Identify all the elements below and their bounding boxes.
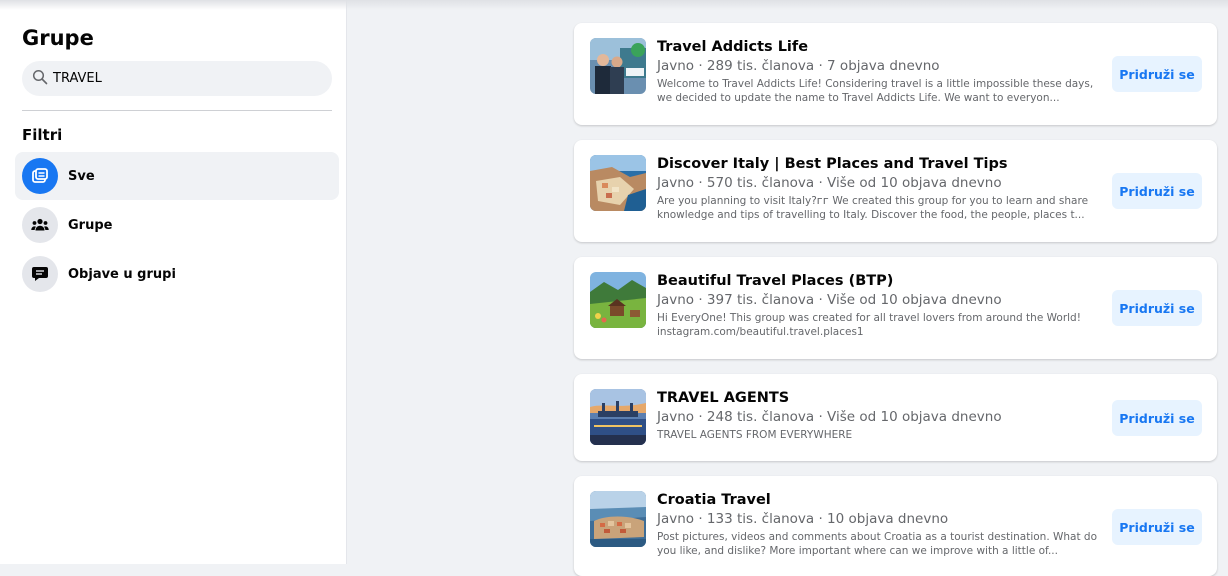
group-meta: Javno · 289 tis. članova · 7 objava dnev…: [657, 58, 940, 74]
search-icon: [32, 69, 48, 89]
group-result-card[interactable]: Croatia Travel Javno · 133 tis. članova …: [574, 476, 1217, 576]
filter-label: Sve: [68, 168, 95, 184]
group-info: Discover Italy | Best Places and Travel …: [657, 155, 1102, 222]
join-group-button[interactable]: Pridruži se: [1112, 509, 1202, 545]
search-input[interactable]: TRAVEL: [22, 61, 332, 96]
group-title[interactable]: Beautiful Travel Places (BTP): [657, 272, 1102, 291]
filter-item-all[interactable]: Sve: [15, 152, 339, 200]
group-info: Beautiful Travel Places (BTP) Javno · 39…: [657, 272, 1102, 339]
join-group-button[interactable]: Pridruži se: [1112, 173, 1202, 209]
top-shadow: [0, 0, 1228, 10]
filter-label: Grupe: [68, 217, 113, 233]
search-value: TRAVEL: [53, 71, 102, 86]
group-description: Hi EveryOne! This group was created for …: [657, 312, 1081, 338]
group-meta: Javno · 570 tis. članova · Više od 10 ob…: [657, 175, 1002, 191]
group-thumbnail[interactable]: [590, 38, 646, 94]
group-description: Welcome to Travel Addicts Life! Consider…: [657, 78, 1094, 104]
group-description: Post pictures, videos and comments about…: [657, 531, 1098, 557]
group-result-card[interactable]: TRAVEL AGENTS Javno · 248 tis. članova ·…: [574, 374, 1217, 461]
group-result-card[interactable]: Beautiful Travel Places (BTP) Javno · 39…: [574, 257, 1217, 359]
filters-label: Filtri: [22, 126, 63, 144]
filter-item-groups[interactable]: Grupe: [15, 201, 339, 249]
group-title[interactable]: Discover Italy | Best Places and Travel …: [657, 155, 1102, 174]
join-group-button[interactable]: Pridruži se: [1112, 290, 1202, 326]
divider: [22, 110, 332, 111]
group-thumbnail[interactable]: [590, 272, 646, 328]
group-title[interactable]: Croatia Travel: [657, 491, 1102, 510]
group-thumbnail[interactable]: [590, 389, 646, 445]
group-info: Travel Addicts Life Javno · 289 tis. čla…: [657, 38, 1102, 105]
group-result-card[interactable]: Discover Italy | Best Places and Travel …: [574, 140, 1217, 242]
group-title[interactable]: TRAVEL AGENTS: [657, 389, 1102, 408]
group-title[interactable]: Travel Addicts Life: [657, 38, 1102, 57]
join-group-button[interactable]: Pridruži se: [1112, 56, 1202, 92]
groups-icon: [22, 207, 58, 243]
group-meta: Javno · 248 tis. članova · Više od 10 ob…: [657, 409, 1002, 425]
filter-label: Objave u grupi: [68, 266, 176, 282]
group-info: Croatia Travel Javno · 133 tis. članova …: [657, 491, 1102, 558]
group-thumbnail[interactable]: [590, 155, 646, 211]
group-description: Are you planning to visit Italy?ᴦᴦ We cr…: [657, 195, 1089, 221]
sidebar-title: Grupe: [22, 26, 94, 50]
join-group-button[interactable]: Pridruži se: [1112, 400, 1202, 436]
all-results-icon: [22, 158, 58, 194]
group-meta: Javno · 397 tis. članova · Više od 10 ob…: [657, 292, 1002, 308]
group-meta: Javno · 133 tis. članova · 10 objava dne…: [657, 511, 949, 527]
filter-item-group-posts[interactable]: Objave u grupi: [15, 250, 339, 298]
group-description: TRAVEL AGENTS FROM EVERYWHERE: [657, 429, 853, 441]
search-sidebar: Grupe TRAVEL Filtri Sve Grupe Objave u g…: [0, 0, 347, 564]
group-posts-icon: [22, 256, 58, 292]
group-thumbnail[interactable]: [590, 491, 646, 547]
group-result-card[interactable]: Travel Addicts Life Javno · 289 tis. čla…: [574, 23, 1217, 125]
group-info: TRAVEL AGENTS Javno · 248 tis. članova ·…: [657, 389, 1102, 442]
